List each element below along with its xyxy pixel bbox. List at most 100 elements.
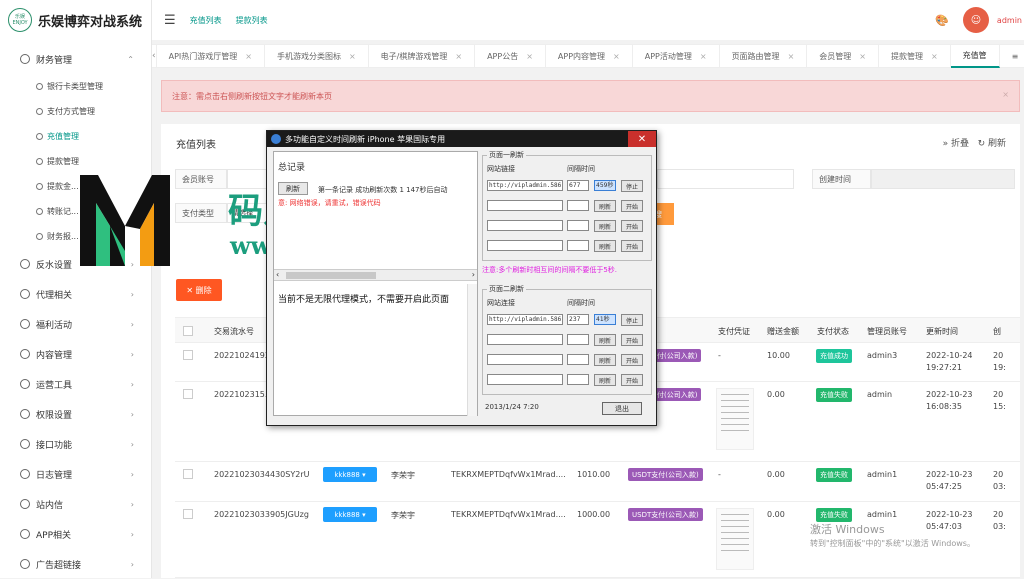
- top-link-recharge[interactable]: 充值列表: [190, 15, 222, 26]
- interval-input[interactable]: [567, 334, 589, 345]
- submenu-item-bank-type[interactable]: 银行卡类型管理: [0, 74, 152, 99]
- stop-button[interactable]: 停止: [621, 180, 643, 192]
- sidebar-item-content[interactable]: 内容管理 ›: [0, 339, 152, 369]
- close-icon[interactable]: ×: [788, 52, 795, 61]
- circle-icon: [36, 158, 43, 165]
- interval-input[interactable]: [567, 240, 589, 251]
- close-icon[interactable]: ×: [700, 52, 707, 61]
- delete-button[interactable]: ✕ 删除: [176, 279, 222, 301]
- url-input[interactable]: [487, 334, 563, 345]
- menu-toggle-icon[interactable]: ☰: [164, 13, 176, 28]
- close-icon[interactable]: ×: [859, 52, 866, 61]
- row-checkbox[interactable]: [183, 469, 193, 479]
- refresh-button[interactable]: 刷新: [594, 220, 616, 232]
- arrow-right-icon[interactable]: ›: [472, 270, 475, 279]
- sidebar-item-log[interactable]: 日志管理 ›: [0, 459, 152, 489]
- tab-recharge[interactable]: 充值管: [950, 44, 1000, 68]
- sidebar-item-welfare[interactable]: 福利活动 ›: [0, 309, 152, 339]
- url-input[interactable]: [487, 374, 563, 385]
- url-input[interactable]: http://vipladmin.586: [487, 180, 563, 191]
- sidebar-item-api[interactable]: 接口功能 ›: [0, 429, 152, 459]
- admin-name[interactable]: admin: [997, 16, 1022, 25]
- tab-app-notice[interactable]: APP公告 ×: [475, 44, 546, 68]
- sidebar-item-ads[interactable]: 广告超链接 ›: [0, 549, 152, 579]
- url-input[interactable]: http://vipladmin.586: [487, 314, 563, 325]
- sidebar-item-app[interactable]: APP相关 ›: [0, 519, 152, 549]
- submenu-item-payment[interactable]: 支付方式管理: [0, 99, 152, 124]
- admin: admin1: [867, 470, 898, 479]
- agent-select[interactable]: kkk888 ▾: [323, 507, 377, 522]
- interval-input[interactable]: [567, 354, 589, 365]
- sidebar-item-ops[interactable]: 运营工具 ›: [0, 369, 152, 399]
- vertical-scrollbar[interactable]: [467, 284, 477, 416]
- refresh-button[interactable]: 刷新: [594, 374, 616, 386]
- window-titlebar[interactable]: 多功能自定义时间刷新 iPhone 苹果国际专用 ✕: [267, 131, 656, 147]
- stop-button[interactable]: 停止: [621, 314, 643, 326]
- sidebar-item-message[interactable]: 站内信 ›: [0, 489, 152, 519]
- interval-input[interactable]: 237: [567, 314, 589, 325]
- tab-app-activity[interactable]: APP活动管理 ×: [633, 44, 720, 68]
- interval-input[interactable]: 677: [567, 180, 589, 191]
- horizontal-scrollbar[interactable]: ‹ ›: [274, 269, 477, 281]
- voucher-image[interactable]: [716, 388, 754, 450]
- voucher-image[interactable]: [716, 508, 754, 570]
- url-input[interactable]: [487, 220, 563, 231]
- start-button[interactable]: 开始: [621, 374, 643, 386]
- row-checkbox[interactable]: [183, 350, 193, 360]
- close-icon[interactable]: ×: [349, 52, 356, 61]
- close-icon[interactable]: ×: [245, 52, 252, 61]
- filter-input[interactable]: [657, 169, 794, 189]
- close-icon[interactable]: ×: [1002, 90, 1009, 99]
- refresh-icon[interactable]: ↻: [978, 139, 988, 149]
- scroll-thumb[interactable]: [286, 272, 376, 279]
- close-icon[interactable]: ×: [526, 52, 533, 61]
- tab-electronic-games[interactable]: 电子/棋牌游戏管理 ×: [369, 44, 476, 68]
- refresh-button[interactable]: 刷新: [594, 200, 616, 212]
- exit-button[interactable]: 退出: [602, 402, 642, 415]
- theme-palette-icon[interactable]: 🎨: [935, 14, 949, 27]
- top-link-withdraw[interactable]: 提款列表: [236, 15, 268, 26]
- tab-members[interactable]: 会员管理 ×: [807, 44, 879, 68]
- created-time-input[interactable]: [871, 169, 1015, 189]
- tab-api-games[interactable]: API热门游戏厅管理 ×: [157, 44, 265, 68]
- interval-input[interactable]: [567, 220, 589, 231]
- log-refresh-button[interactable]: 刷新: [278, 182, 308, 195]
- start-button[interactable]: 开始: [621, 240, 643, 252]
- agent-select[interactable]: kkk888 ▾: [323, 467, 377, 482]
- tab-route[interactable]: 页面路由管理 ×: [720, 44, 808, 68]
- start-button[interactable]: 开始: [621, 220, 643, 232]
- refresh-button[interactable]: 刷新: [988, 139, 1006, 149]
- logo[interactable]: 乐娱 ENJOY 乐娱博弈对战系统: [0, 0, 152, 40]
- close-icon[interactable]: ×: [931, 52, 938, 61]
- tab-more-icon[interactable]: ≡: [1000, 44, 1024, 68]
- sidebar-item-permission[interactable]: 权限设置 ›: [0, 399, 152, 429]
- table-row[interactable]: 20221023034430SY2rU kkk888 ▾ 李荣宇 TEKRXME…: [175, 462, 1020, 502]
- interval-input[interactable]: [567, 374, 589, 385]
- refresh-button[interactable]: 刷新: [594, 240, 616, 252]
- start-button[interactable]: 开始: [621, 334, 643, 346]
- row-checkbox[interactable]: [183, 509, 193, 519]
- start-button[interactable]: 开始: [621, 354, 643, 366]
- interval-input[interactable]: [567, 200, 589, 211]
- close-icon[interactable]: ×: [613, 52, 620, 61]
- url-input[interactable]: [487, 354, 563, 365]
- sidebar-item-finance[interactable]: 财务管理 ⌃: [0, 44, 152, 74]
- select-all-checkbox[interactable]: [183, 326, 193, 336]
- fold-icon[interactable]: »: [943, 139, 951, 149]
- close-icon[interactable]: ✕: [628, 131, 656, 147]
- tab-app-content[interactable]: APP内容管理 ×: [546, 44, 633, 68]
- start-button[interactable]: 开始: [621, 200, 643, 212]
- avatar[interactable]: ☺: [962, 7, 989, 33]
- url-input[interactable]: [487, 240, 563, 251]
- tab-mobile-game-icons[interactable]: 手机游戏分类图标 ×: [265, 44, 369, 68]
- sidebar-item-agent[interactable]: 代理相关 ›: [0, 279, 152, 309]
- refresh-button[interactable]: 刷新: [594, 354, 616, 366]
- fold-button[interactable]: 折叠: [951, 139, 969, 149]
- tab-withdraw[interactable]: 提款管理 ×: [879, 44, 951, 68]
- submenu-item-recharge[interactable]: 充值管理: [0, 124, 152, 149]
- refresh-button[interactable]: 刷新: [594, 334, 616, 346]
- arrow-left-icon[interactable]: ‹: [276, 270, 279, 279]
- close-icon[interactable]: ×: [455, 52, 462, 61]
- url-input[interactable]: [487, 200, 563, 211]
- row-checkbox[interactable]: [183, 389, 193, 399]
